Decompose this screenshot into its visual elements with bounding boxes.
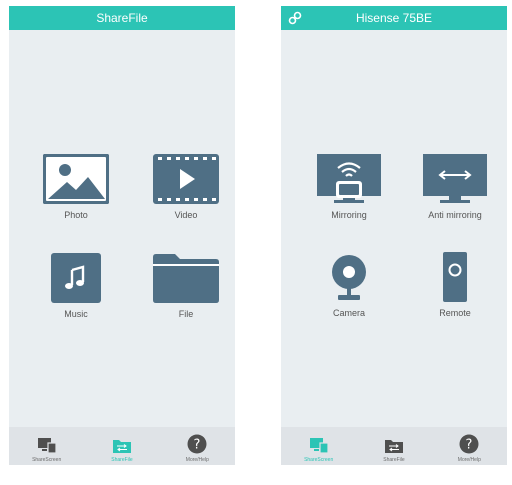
remote-tile[interactable]: Remote bbox=[413, 252, 497, 318]
sharefile-screen: ShareFile Photo Video Music File ShareSc… bbox=[9, 6, 235, 465]
tab-sharefile-label: ShareFile bbox=[383, 457, 405, 463]
camera-icon bbox=[332, 255, 366, 300]
sharescreen-icon bbox=[309, 438, 329, 454]
header-title: ShareFile bbox=[96, 11, 148, 25]
mirroring-tile[interactable]: Mirroring bbox=[307, 154, 391, 220]
tab-sharescreen[interactable]: ShareScreen bbox=[281, 427, 356, 465]
camera-label: Camera bbox=[332, 308, 365, 318]
header-title: Hisense 75BE bbox=[355, 11, 433, 25]
folder-icon bbox=[153, 254, 219, 303]
video-tile[interactable]: Video bbox=[144, 154, 228, 220]
photo-label: Photo bbox=[64, 210, 88, 220]
remote-label: Remote bbox=[439, 308, 471, 318]
mirroring-icon bbox=[317, 154, 381, 203]
photo-icon bbox=[43, 154, 109, 204]
tab-bar: ShareScreen ShareFile ? More/Help bbox=[281, 427, 507, 465]
video-label: Video bbox=[174, 210, 198, 220]
file-tile[interactable]: File bbox=[144, 253, 228, 319]
photo-tile[interactable]: Photo bbox=[34, 154, 118, 220]
sharefile-header: ShareFile bbox=[9, 6, 235, 30]
sharefile-icon bbox=[112, 440, 131, 453]
tab-sharefile[interactable]: ShareFile bbox=[84, 427, 159, 465]
connection-link-icon[interactable] bbox=[287, 10, 303, 26]
remote-icon bbox=[443, 252, 467, 302]
video-icon bbox=[153, 154, 219, 204]
tab-bar: ShareScreen ShareFile ? More/Help bbox=[9, 427, 235, 465]
mirroring-label: Mirroring bbox=[331, 210, 367, 220]
music-label: Music bbox=[64, 309, 88, 319]
tab-more-help-label: More/Help bbox=[457, 457, 481, 463]
help-icon: ? bbox=[459, 434, 479, 454]
camera-tile[interactable]: Camera bbox=[307, 252, 391, 318]
tab-more-help[interactable]: ? More/Help bbox=[160, 427, 235, 465]
tab-sharescreen-label: ShareScreen bbox=[304, 457, 334, 463]
music-icon bbox=[51, 253, 101, 303]
file-label: File bbox=[178, 309, 194, 319]
svg-text:?: ? bbox=[466, 438, 473, 453]
help-icon: ? bbox=[187, 434, 207, 454]
tab-sharefile-label: ShareFile bbox=[111, 457, 133, 463]
anti-mirroring-icon bbox=[423, 154, 487, 203]
tab-more-help-label: More/Help bbox=[185, 457, 209, 463]
tab-sharescreen-label: ShareScreen bbox=[32, 457, 62, 463]
anti-mirroring-label: Anti mirroring bbox=[428, 210, 482, 220]
sharescreen-icon bbox=[37, 438, 57, 454]
anti-mirroring-tile[interactable]: Anti mirroring bbox=[413, 154, 497, 220]
device-screen: Hisense 75BE Mirroring Anti mirroring Ca… bbox=[281, 6, 507, 465]
tab-more-help[interactable]: ? More/Help bbox=[432, 427, 507, 465]
music-tile[interactable]: Music bbox=[34, 253, 118, 319]
tab-sharescreen[interactable]: ShareScreen bbox=[9, 427, 84, 465]
sharefile-icon bbox=[384, 440, 403, 453]
svg-text:?: ? bbox=[194, 438, 201, 453]
device-header: Hisense 75BE bbox=[281, 6, 507, 30]
tab-sharefile[interactable]: ShareFile bbox=[356, 427, 431, 465]
